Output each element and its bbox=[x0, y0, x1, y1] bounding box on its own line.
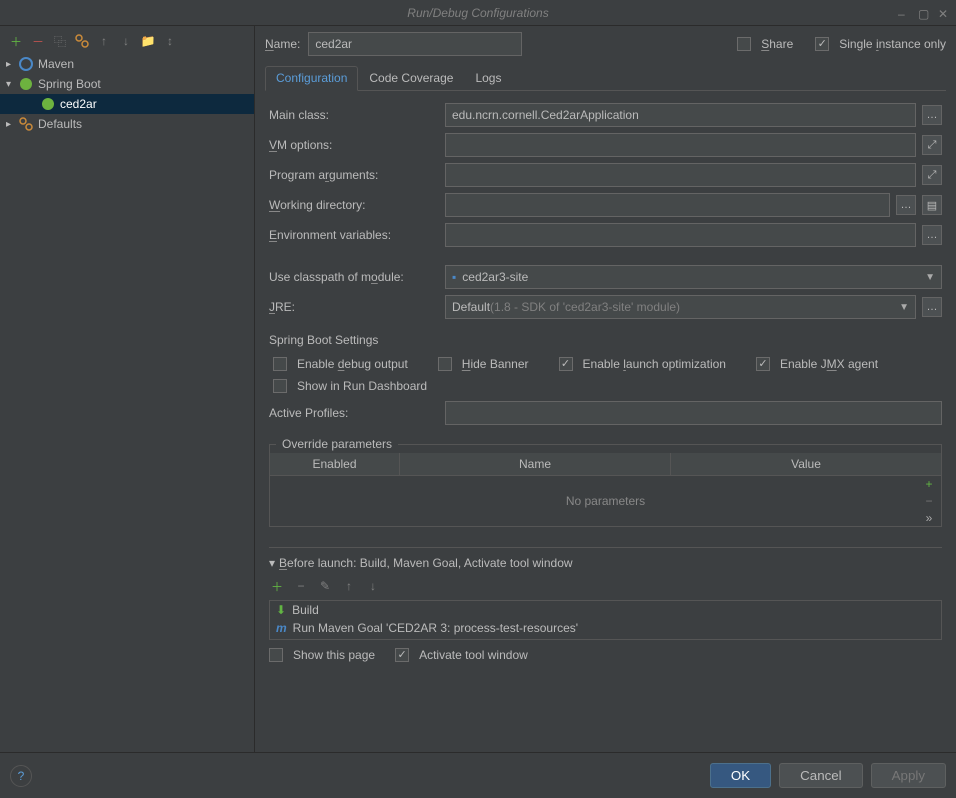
activate-window-checkbox[interactable]: Activate tool window bbox=[395, 648, 528, 662]
program-args-input[interactable] bbox=[445, 163, 916, 187]
browse-icon[interactable]: … bbox=[922, 225, 942, 245]
name-label: Name: bbox=[265, 37, 300, 51]
tree-label: Spring Boot bbox=[38, 77, 101, 91]
remove-param-icon[interactable]: − bbox=[917, 493, 941, 510]
move-up-icon[interactable]: ↑ bbox=[96, 33, 112, 49]
empty-params-label: No parameters bbox=[566, 494, 645, 508]
cancel-button[interactable]: Cancel bbox=[779, 763, 863, 788]
spring-settings-label: Spring Boot Settings bbox=[269, 333, 942, 347]
browse-icon[interactable]: … bbox=[896, 195, 916, 215]
tabs: Configuration Code Coverage Logs bbox=[265, 66, 946, 91]
vm-options-label: VM options: bbox=[269, 138, 439, 152]
col-value[interactable]: Value bbox=[671, 453, 941, 475]
collapse-icon: ▾ bbox=[269, 556, 275, 570]
titlebar: Run/Debug Configurations – ▢ ✕ bbox=[0, 0, 956, 26]
more-param-icon[interactable]: » bbox=[917, 509, 941, 526]
add-config-icon[interactable]: ＋ bbox=[8, 33, 24, 49]
tree-label: Defaults bbox=[38, 117, 82, 131]
single-instance-checkbox[interactable]: Single instance only bbox=[815, 37, 946, 51]
show-page-checkbox[interactable]: Show this page bbox=[269, 648, 375, 662]
chevron-down-icon: ▼ bbox=[899, 302, 909, 313]
expand-icon: ▸ bbox=[6, 119, 18, 130]
tree-label: ced2ar bbox=[60, 97, 97, 111]
active-profiles-input[interactable] bbox=[445, 401, 942, 425]
move-down-icon[interactable]: ↓ bbox=[365, 578, 381, 594]
before-launch-header[interactable]: ▾ Before launch: Build, Maven Goal, Acti… bbox=[269, 556, 942, 570]
help-icon[interactable]: ? bbox=[10, 765, 32, 787]
tree-item-defaults[interactable]: ▸ Defaults bbox=[0, 114, 254, 134]
save-config-icon[interactable] bbox=[74, 33, 90, 49]
share-checkbox[interactable]: Share bbox=[737, 37, 793, 51]
hide-banner-checkbox[interactable]: Hide Banner bbox=[438, 357, 529, 371]
tab-logs[interactable]: Logs bbox=[464, 66, 512, 90]
close-icon[interactable]: ✕ bbox=[938, 7, 950, 19]
insert-macro-icon[interactable]: ▤ bbox=[922, 195, 942, 215]
window-title: Run/Debug Configurations bbox=[407, 6, 548, 20]
launch-opt-checkbox[interactable]: Enable launch optimization bbox=[559, 357, 726, 371]
name-input[interactable] bbox=[308, 32, 521, 56]
override-legend: Override parameters bbox=[276, 435, 398, 453]
springboot-icon bbox=[18, 76, 34, 92]
jre-select[interactable]: Default (1.8 - SDK of 'ced2ar3-site' mod… bbox=[445, 295, 916, 319]
tab-configuration[interactable]: Configuration bbox=[265, 66, 358, 91]
tree-item-maven[interactable]: ▸ Maven bbox=[0, 54, 254, 74]
tree-item-ced2ar[interactable]: ced2ar bbox=[0, 94, 254, 114]
remove-config-icon[interactable]: － bbox=[30, 33, 46, 49]
tab-code-coverage[interactable]: Code Coverage bbox=[358, 66, 464, 90]
before-launch-list[interactable]: ⬇ Build m Run Maven Goal 'CED2AR 3: proc… bbox=[269, 600, 942, 640]
active-profiles-label: Active Profiles: bbox=[269, 406, 439, 420]
module-icon: ▪ bbox=[452, 270, 456, 284]
chevron-down-icon: ▼ bbox=[925, 272, 935, 283]
ok-button[interactable]: OK bbox=[710, 763, 771, 788]
move-down-icon[interactable]: ↓ bbox=[118, 33, 134, 49]
dashboard-checkbox[interactable]: Show in Run Dashboard bbox=[273, 379, 427, 393]
program-args-label: Program arguments: bbox=[269, 168, 439, 182]
working-dir-input[interactable] bbox=[445, 193, 890, 217]
env-vars-label: Environment variables: bbox=[269, 228, 439, 242]
jmx-checkbox[interactable]: Enable JMX agent bbox=[756, 357, 878, 371]
expand-icon: ▸ bbox=[6, 59, 18, 70]
tree-label: Maven bbox=[38, 57, 74, 71]
filter-icon[interactable]: ↕ bbox=[162, 33, 178, 49]
apply-button[interactable]: Apply bbox=[871, 763, 946, 788]
main-class-input[interactable] bbox=[445, 103, 916, 127]
expand-input-icon[interactable]: ⤢ bbox=[922, 135, 942, 155]
move-up-icon[interactable]: ↑ bbox=[341, 578, 357, 594]
folder-icon[interactable]: 📁 bbox=[140, 33, 156, 49]
tree-item-springboot[interactable]: ▾ Spring Boot bbox=[0, 74, 254, 94]
vm-options-input[interactable] bbox=[445, 133, 916, 157]
minimize-icon[interactable]: – bbox=[898, 7, 910, 19]
override-params-fieldset: Override parameters Enabled Name Value N… bbox=[269, 435, 942, 527]
working-dir-label: Working directory: bbox=[269, 198, 439, 212]
copy-config-icon[interactable]: ⿻ bbox=[52, 33, 68, 49]
edit-task-icon[interactable]: ✎ bbox=[317, 578, 333, 594]
classpath-label: Use classpath of module: bbox=[269, 270, 439, 284]
col-enabled[interactable]: Enabled bbox=[270, 453, 400, 475]
collapse-icon: ▾ bbox=[6, 79, 18, 90]
config-tree: ＋ － ⿻ ↑ ↓ 📁 ↕ ▸ Maven ▾ Spring Boot bbox=[0, 26, 255, 752]
maximize-icon[interactable]: ▢ bbox=[918, 7, 930, 19]
expand-input-icon[interactable]: ⤢ bbox=[922, 165, 942, 185]
col-name[interactable]: Name bbox=[400, 453, 671, 475]
debug-output-checkbox[interactable]: Enable debug output bbox=[273, 357, 408, 371]
browse-icon[interactable]: … bbox=[922, 297, 942, 317]
list-item[interactable]: ⬇ Build bbox=[270, 601, 941, 619]
classpath-select[interactable]: ▪ ced2ar3-site ▼ bbox=[445, 265, 942, 289]
list-item[interactable]: m Run Maven Goal 'CED2AR 3: process-test… bbox=[270, 619, 941, 637]
maven-icon bbox=[18, 56, 34, 72]
remove-task-icon[interactable]: − bbox=[293, 578, 309, 594]
main-class-label: Main class: bbox=[269, 108, 439, 122]
maven-icon: m bbox=[276, 621, 287, 635]
springboot-icon bbox=[40, 96, 56, 112]
add-param-icon[interactable]: + bbox=[917, 476, 941, 493]
defaults-icon bbox=[18, 116, 34, 132]
build-icon: ⬇ bbox=[276, 603, 286, 617]
env-vars-input[interactable] bbox=[445, 223, 916, 247]
jre-label: JRE: bbox=[269, 300, 439, 314]
browse-icon[interactable]: … bbox=[922, 105, 942, 125]
add-task-icon[interactable]: ＋ bbox=[269, 578, 285, 594]
